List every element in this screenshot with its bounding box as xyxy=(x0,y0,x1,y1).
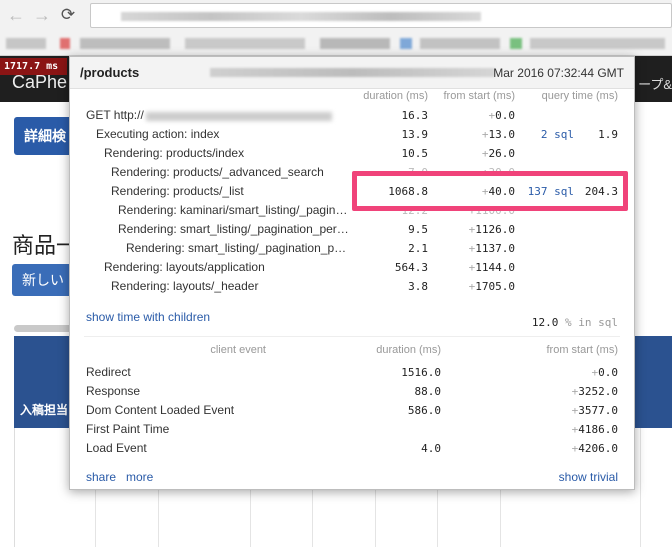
client-event-header: client event xyxy=(210,344,266,356)
duration-header: duration (ms) xyxy=(363,90,428,102)
show-trivial-link[interactable]: show trivial xyxy=(559,470,618,484)
step-name: Rendering: layouts/_header xyxy=(111,279,259,293)
step-from-start: +0.0 xyxy=(488,109,516,122)
event-name: Redirect xyxy=(86,365,131,379)
event-from-start: +4186.0 xyxy=(571,423,618,436)
share-link[interactable]: share xyxy=(86,470,116,484)
address-bar[interactable] xyxy=(90,3,672,28)
horizontal-scrollbar[interactable] xyxy=(14,325,74,332)
step-from-start: +1705.0 xyxy=(468,280,515,293)
browser-toolbar: ← → ⟳ xyxy=(0,0,672,56)
bookmark-item[interactable] xyxy=(185,38,305,49)
step-duration: 9.5 xyxy=(408,223,428,236)
step-duration: 564.3 xyxy=(394,261,428,274)
step-from-start: +1126.0 xyxy=(468,223,515,236)
client-event-row[interactable]: First Paint Time +4186.0 xyxy=(70,422,634,441)
step-name: Rendering: products/_list xyxy=(111,184,244,198)
client-duration-header: duration (ms) xyxy=(376,344,441,356)
step-name: GET http:// xyxy=(86,108,144,122)
table-header-label[interactable]: 入稿担当 xyxy=(20,401,68,418)
query-time: 1.9 xyxy=(598,128,618,141)
step-name: Rendering: kaminari/smart_listing/_pagin… xyxy=(118,203,348,217)
timing-row[interactable]: Rendering: layouts/_header 3.8 +1705.0 xyxy=(70,279,634,298)
bookmark-item[interactable] xyxy=(510,38,522,49)
profiler-timing-badge[interactable]: 1717.7 ms xyxy=(0,58,67,75)
event-duration: 4.0 xyxy=(421,442,441,455)
step-duration: 10.5 xyxy=(401,147,429,160)
bookmark-item[interactable] xyxy=(320,38,390,49)
timing-row[interactable]: Rendering: smart_listing/_pagination_per… xyxy=(70,222,634,241)
bookmarks-bar xyxy=(0,34,672,52)
event-name: Response xyxy=(86,384,141,398)
forward-arrow-icon[interactable]: → xyxy=(32,4,52,26)
event-name: First Paint Time xyxy=(86,422,170,436)
event-duration: 88.0 xyxy=(414,385,442,398)
step-duration: 13.9 xyxy=(401,128,429,141)
event-from-start: +3252.0 xyxy=(571,385,618,398)
navbar-link[interactable]: ープ& xyxy=(638,74,672,93)
timing-row[interactable]: Rendering: products/index 10.5 +26.0 xyxy=(70,146,634,165)
step-from-start: +1137.0 xyxy=(468,242,515,255)
event-from-start: +3577.0 xyxy=(571,404,618,417)
step-duration: 3.8 xyxy=(408,280,428,293)
column-divider xyxy=(640,428,641,547)
more-link[interactable]: more xyxy=(126,470,153,484)
step-from-start: +1144.0 xyxy=(468,261,515,274)
client-event-row[interactable]: Response 88.0 +3252.0 xyxy=(70,384,634,403)
step-name: Rendering: products/_advanced_search xyxy=(111,165,324,179)
timing-row[interactable]: Executing action: index 13.9 +13.0 2 sql… xyxy=(70,127,634,146)
event-from-start: +4206.0 xyxy=(571,442,618,455)
bookmark-item[interactable] xyxy=(80,38,170,49)
blurred-url xyxy=(121,12,481,21)
highlight-annotation xyxy=(352,171,628,211)
event-from-start: +0.0 xyxy=(591,366,619,379)
request-path: /products xyxy=(80,65,140,80)
event-name: Load Event xyxy=(86,441,147,455)
step-name: Rendering: smart_listing/_pagination_per… xyxy=(118,222,349,236)
sql-count-link[interactable]: 2 sql xyxy=(541,128,574,141)
timing-row[interactable]: Rendering: layouts/application 564.3 +11… xyxy=(70,260,634,279)
from-start-header: from start (ms) xyxy=(443,90,516,102)
query-time-header: query time (ms) xyxy=(541,90,618,102)
client-event-row[interactable]: Load Event 4.0 +4206.0 xyxy=(70,441,634,460)
step-duration: 2.1 xyxy=(408,242,428,255)
profiler-popup: /products Mar 2016 07:32:44 GMT duration… xyxy=(69,56,635,490)
blurred-url xyxy=(146,112,332,121)
client-from-start-header: from start (ms) xyxy=(546,344,619,356)
sql-percent: 12.0 % in sql xyxy=(531,316,618,329)
bookmark-item[interactable] xyxy=(420,38,500,49)
bookmark-item[interactable] xyxy=(400,38,412,49)
reload-icon[interactable]: ⟳ xyxy=(58,4,78,26)
event-duration: 586.0 xyxy=(407,404,441,417)
request-date: Mar 2016 07:32:44 GMT xyxy=(493,66,624,80)
bookmark-item[interactable] xyxy=(530,38,665,49)
step-name: Rendering: products/index xyxy=(104,146,245,160)
timing-row[interactable]: GET http:// 16.3 +0.0 xyxy=(70,108,634,127)
section-divider xyxy=(84,336,620,337)
timing-row[interactable]: Rendering: smart_listing/_pagination_p… … xyxy=(70,241,634,260)
bookmark-item[interactable] xyxy=(60,38,70,49)
event-name: Dom Content Loaded Event xyxy=(86,403,235,417)
profiler-header: /products Mar 2016 07:32:44 GMT xyxy=(70,57,634,89)
client-event-row[interactable]: Redirect 1516.0 +0.0 xyxy=(70,365,634,384)
event-duration: 1516.0 xyxy=(401,366,441,379)
show-time-with-children-link[interactable]: show time with children xyxy=(86,310,210,324)
step-name: Executing action: index xyxy=(96,127,220,141)
step-from-start: +13.0 xyxy=(481,128,515,141)
client-event-row[interactable]: Dom Content Loaded Event 586.0 +3577.0 xyxy=(70,403,634,422)
step-from-start: +26.0 xyxy=(481,147,515,160)
step-name: Rendering: layouts/application xyxy=(104,260,265,274)
bookmark-item[interactable] xyxy=(6,38,46,49)
brand-logo[interactable]: CaPhe xyxy=(12,72,67,93)
blurred-host xyxy=(210,68,495,77)
step-name: Rendering: smart_listing/_pagination_p… xyxy=(126,241,347,255)
back-arrow-icon[interactable]: ← xyxy=(6,4,26,26)
step-duration: 16.3 xyxy=(401,109,429,122)
